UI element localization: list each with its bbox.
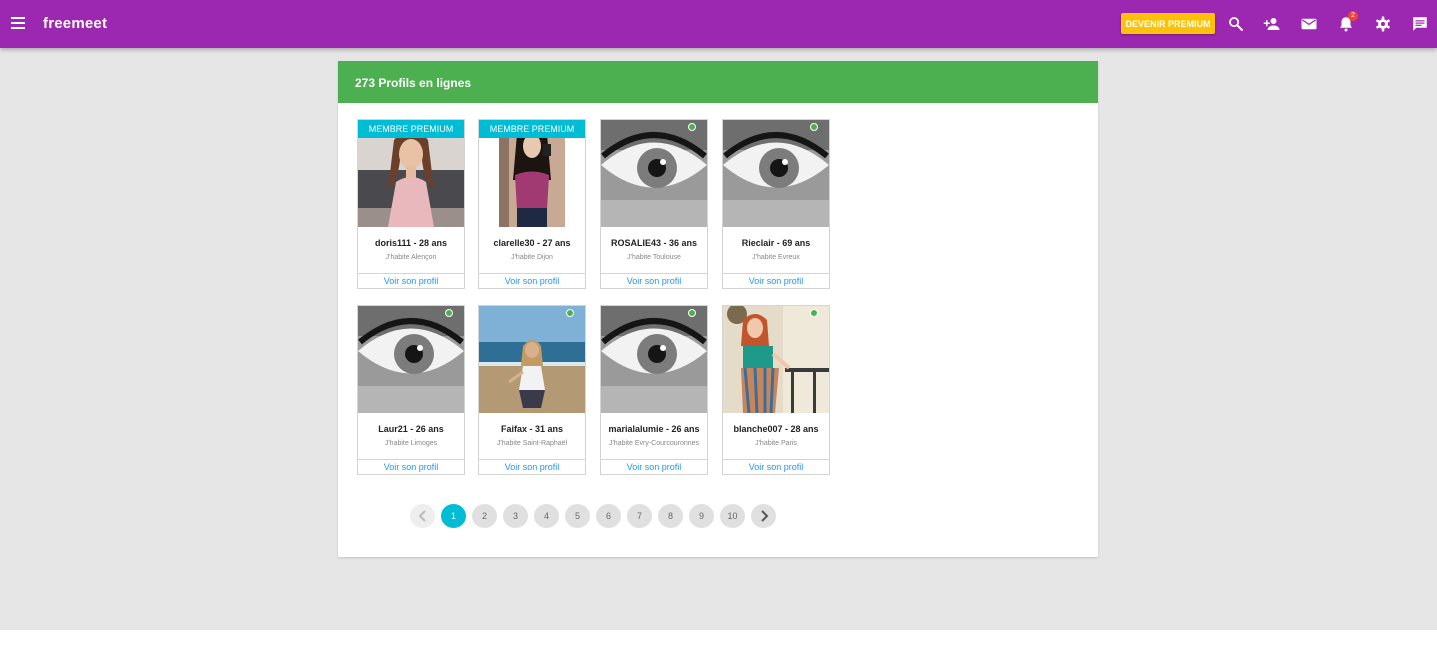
profile-city: J'habite Alençon (385, 254, 437, 261)
profile-name: clarelle30 - 27 ans (493, 238, 571, 248)
profile-city: J'habite Toulouse (627, 254, 681, 261)
profile-card[interactable]: MEMBRE PREMIUM clarelle30 - 27 ans J'hab… (478, 119, 586, 289)
page-button-3[interactable]: 3 (503, 504, 528, 528)
profile-photo[interactable] (723, 306, 829, 413)
profile-city: J'habite Evreux (752, 254, 800, 261)
view-profile-link[interactable]: Voir son profil (723, 273, 829, 288)
profile-photo-placeholder[interactable] (723, 120, 829, 227)
top-app-bar: freemeet DEVENIR PREMIUM 2 (0, 0, 1437, 48)
add-person-icon[interactable] (1263, 15, 1281, 33)
view-profile-link[interactable]: Voir son profil (479, 273, 585, 288)
profile-card[interactable]: MEMBRE PREMIUM doris111 - 28 ans J'habit… (357, 119, 465, 289)
chevron-left-icon[interactable] (410, 504, 435, 528)
profile-card[interactable]: ROSALIE43 - 36 ans J'habite Toulouse Voi… (600, 119, 708, 289)
profile-card[interactable]: blanche007 - 28 ans J'habite Paris Voir … (722, 305, 830, 475)
view-profile-link[interactable]: Voir son profil (479, 459, 585, 474)
view-profile-link[interactable]: Voir son profil (601, 273, 707, 288)
profile-city: J'habite Saint-Raphaël (496, 440, 568, 447)
chat-icon[interactable] (1411, 15, 1429, 33)
profile-name: doris111 - 28 ans (374, 238, 448, 248)
profile-name: marialalumie - 26 ans (608, 424, 700, 434)
online-status-icon (445, 309, 453, 317)
panel-title: 273 Profils en lignes (338, 61, 1098, 103)
mail-icon[interactable] (1300, 15, 1318, 33)
chevron-right-icon[interactable] (751, 504, 776, 528)
profile-photo[interactable] (479, 306, 585, 413)
page-button-1[interactable]: 1 (441, 504, 466, 528)
online-status-icon (688, 123, 696, 131)
view-profile-link[interactable]: Voir son profil (358, 459, 464, 474)
page-button-2[interactable]: 2 (472, 504, 497, 528)
profile-card[interactable]: Faifax - 31 ans J'habite Saint-Raphaël V… (478, 305, 586, 475)
profile-city: J'habite Dijon (511, 254, 553, 261)
profile-name: blanche007 - 28 ans (733, 424, 819, 434)
notification-badge: 2 (1348, 11, 1358, 21)
view-profile-link[interactable]: Voir son profil (601, 459, 707, 474)
online-status-icon (810, 123, 818, 131)
online-status-icon (810, 309, 818, 317)
premium-member-badge: MEMBRE PREMIUM (358, 120, 464, 138)
online-profiles-panel: 273 Profils en lignes MEMBRE PREMIUM dor… (338, 61, 1098, 557)
become-premium-button[interactable]: DEVENIR PREMIUM (1121, 13, 1215, 34)
profile-name: ROSALIE43 - 36 ans (610, 238, 698, 248)
profile-city: J'habite Limoges (384, 440, 438, 447)
profile-photo-placeholder[interactable] (358, 306, 464, 413)
view-profile-link[interactable]: Voir son profil (358, 273, 464, 288)
profile-card[interactable]: marialalumie - 26 ans J'habite Evry-Cour… (600, 305, 708, 475)
profile-name: Faifax - 31 ans (500, 424, 564, 434)
gear-icon[interactable] (1374, 15, 1392, 33)
page-button-10[interactable]: 10 (720, 504, 745, 528)
profile-name: Laur21 - 26 ans (378, 424, 444, 434)
page-button-8[interactable]: 8 (658, 504, 683, 528)
profile-photo-placeholder[interactable] (601, 306, 707, 413)
view-profile-link[interactable]: Voir son profil (723, 459, 829, 474)
online-status-icon (688, 309, 696, 317)
premium-member-badge: MEMBRE PREMIUM (479, 120, 585, 138)
page-button-9[interactable]: 9 (689, 504, 714, 528)
page-button-5[interactable]: 5 (565, 504, 590, 528)
search-icon[interactable] (1227, 15, 1245, 33)
profile-card[interactable]: Rieclair - 69 ans J'habite Evreux Voir s… (722, 119, 830, 289)
profile-photo-placeholder[interactable] (601, 120, 707, 227)
menu-icon[interactable] (11, 17, 25, 29)
page-button-6[interactable]: 6 (596, 504, 621, 528)
profile-name: Rieclair - 69 ans (741, 238, 811, 248)
app-brand[interactable]: freemeet (43, 15, 107, 32)
page-button-7[interactable]: 7 (627, 504, 652, 528)
profile-city: J'habite Evry-Courcouronnes (608, 440, 700, 447)
page-button-4[interactable]: 4 (534, 504, 559, 528)
online-status-icon (566, 309, 574, 317)
profile-card[interactable]: Laur21 - 26 ans J'habite Limoges Voir so… (357, 305, 465, 475)
profile-city: J'habite Paris (755, 440, 797, 447)
